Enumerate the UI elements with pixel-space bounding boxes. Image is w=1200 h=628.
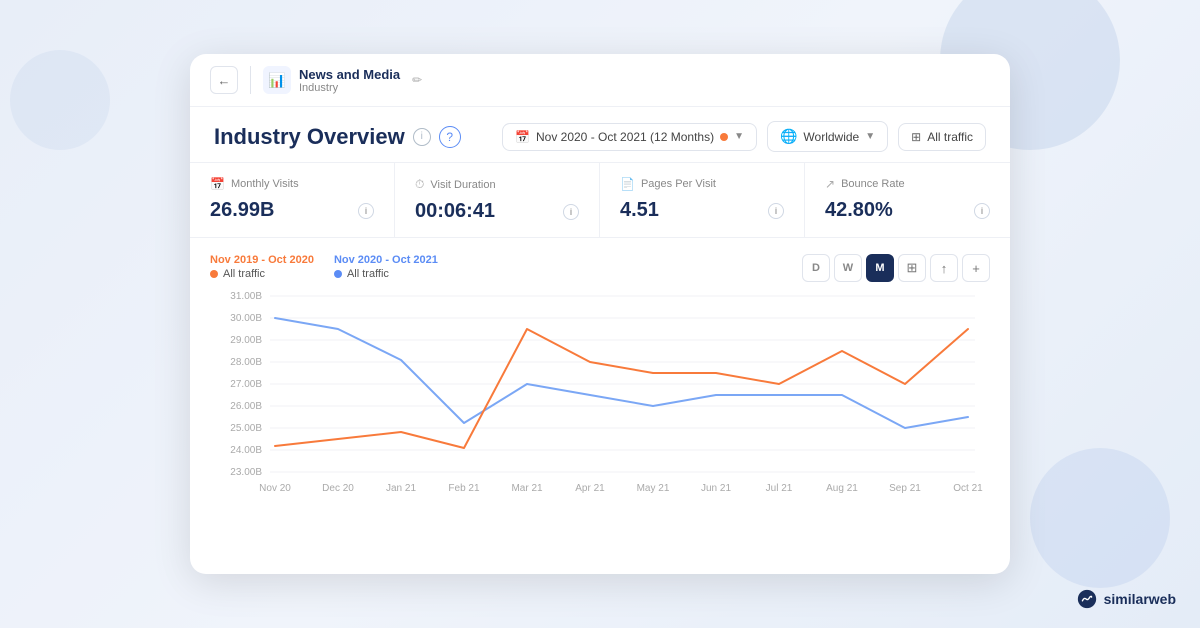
stat-visit-duration-label: ⏱ Visit Duration: [415, 177, 579, 192]
worldwide-chevron: ▼: [865, 131, 875, 142]
legend-dot-row-orange: All traffic: [210, 268, 314, 280]
chart-controls: D W M ⊞ ↑ +: [802, 254, 990, 282]
stat-visit-duration-value: 00:06:41 i: [415, 200, 579, 223]
legend-period-orange: Nov 2019 - Oct 2020: [210, 254, 314, 266]
legend-period-blue: Nov 2020 - Oct 2021: [334, 254, 438, 266]
svg-text:Jun 21: Jun 21: [701, 483, 731, 494]
back-icon: ←: [218, 73, 231, 88]
chart-ctrl-w[interactable]: W: [834, 254, 862, 282]
chart-ctrl-d[interactable]: D: [802, 254, 830, 282]
tab-subtitle: Industry: [299, 82, 400, 94]
svg-text:Feb 21: Feb 21: [448, 483, 480, 494]
svg-text:Sep 21: Sep 21: [889, 483, 921, 494]
title-info-icon[interactable]: i: [413, 128, 431, 146]
date-chevron: ▼: [734, 131, 744, 142]
svg-text:30.00B: 30.00B: [230, 313, 262, 324]
stats-row: 📅 Monthly Visits 26.99B i ⏱ Visit Durati…: [190, 163, 1010, 238]
legend-traffic-orange: All traffic: [223, 268, 265, 280]
similarweb-name: similarweb: [1104, 591, 1176, 607]
stat-monthly-info[interactable]: i: [358, 203, 374, 219]
stat-pages-per-visit: 📄 Pages Per Visit 4.51 i: [600, 163, 805, 237]
stat-monthly-visits: 📅 Monthly Visits 26.99B i: [190, 163, 395, 237]
page-title: Industry Overview: [214, 124, 405, 150]
traffic-label: All traffic: [927, 130, 973, 144]
stat-duration-info[interactable]: i: [563, 204, 579, 220]
stat-monthly-visits-value: 26.99B i: [210, 199, 374, 222]
edit-icon[interactable]: ✏: [412, 73, 422, 87]
chart-ctrl-m[interactable]: M: [866, 254, 894, 282]
traffic-icon: ⊞: [911, 130, 921, 144]
nav-divider: [250, 66, 251, 94]
title-question-icon[interactable]: ?: [439, 126, 461, 148]
tab-icon: 📊: [263, 66, 291, 94]
svg-text:31.00B: 31.00B: [230, 291, 262, 302]
legend-dot-row-blue: All traffic: [334, 268, 438, 280]
stat-monthly-visits-label: 📅 Monthly Visits: [210, 177, 374, 191]
svg-text:Mar 21: Mar 21: [511, 483, 543, 494]
svg-text:Dec 20: Dec 20: [322, 483, 354, 494]
svg-text:Nov 20: Nov 20: [259, 483, 291, 494]
svg-text:24.00B: 24.00B: [230, 445, 262, 456]
svg-text:Oct 21: Oct 21: [953, 483, 983, 494]
svg-text:Jul 21: Jul 21: [766, 483, 793, 494]
legend-dot-blue: [334, 270, 342, 278]
svg-text:29.00B: 29.00B: [230, 335, 262, 346]
chart-ctrl-export[interactable]: ↑: [930, 254, 958, 282]
svg-text:23.00B: 23.00B: [230, 467, 262, 478]
legend-traffic-blue: All traffic: [347, 268, 389, 280]
calendar-stat-icon: 📅: [210, 177, 225, 191]
date-range-label: Nov 2020 - Oct 2021 (12 Months): [536, 130, 714, 144]
header-row: Industry Overview i ? 📅 Nov 2020 - Oct 2…: [190, 107, 1010, 163]
stat-pages-value: 4.51 i: [620, 199, 784, 222]
stat-bounce-rate: ↗ Bounce Rate 42.80% i: [805, 163, 1010, 237]
legend-dot-orange: [210, 270, 218, 278]
similarweb-logo-icon: [1076, 588, 1098, 610]
chart-ctrl-excel[interactable]: ⊞: [898, 254, 926, 282]
svg-text:Jan 21: Jan 21: [386, 483, 416, 494]
stat-bounce-label: ↗ Bounce Rate: [825, 177, 990, 191]
chart-area: Nov 2019 - Oct 2020 All traffic Nov 2020…: [190, 238, 1010, 521]
legend-item-orange: Nov 2019 - Oct 2020 All traffic: [210, 254, 314, 280]
main-card: ← 📊 News and Media Industry ✏ Industry O…: [190, 54, 1010, 574]
stat-pages-info[interactable]: i: [768, 203, 784, 219]
stat-bounce-info[interactable]: i: [974, 203, 990, 219]
page-stat-icon: 📄: [620, 177, 635, 191]
traffic-selector[interactable]: ⊞ All traffic: [898, 123, 986, 151]
worldwide-label: Worldwide: [803, 130, 859, 144]
worldwide-selector[interactable]: 🌐 Worldwide ▼: [767, 121, 888, 152]
tab-text: News and Media Industry: [299, 67, 400, 94]
back-button[interactable]: ←: [210, 66, 238, 94]
chart-ctrl-add[interactable]: +: [962, 254, 990, 282]
stat-pages-label: 📄 Pages Per Visit: [620, 177, 784, 191]
svg-text:Apr 21: Apr 21: [575, 483, 605, 494]
date-range-selector[interactable]: 📅 Nov 2020 - Oct 2021 (12 Months) ▼: [502, 123, 757, 151]
header-controls: 📅 Nov 2020 - Oct 2021 (12 Months) ▼ 🌐 Wo…: [502, 121, 986, 152]
page-title-group: Industry Overview i ?: [214, 124, 461, 150]
svg-text:28.00B: 28.00B: [230, 357, 262, 368]
line-chart: 31.00B 30.00B 29.00B 28.00B 27.00B 26.00…: [210, 286, 990, 506]
svg-text:May 21: May 21: [637, 483, 670, 494]
chart-header: Nov 2019 - Oct 2020 All traffic Nov 2020…: [210, 254, 990, 282]
nav-bar: ← 📊 News and Media Industry ✏: [190, 54, 1010, 107]
tab-title: News and Media: [299, 67, 400, 82]
globe-icon: 🌐: [780, 128, 797, 145]
nav-tab[interactable]: 📊 News and Media Industry ✏: [263, 66, 422, 94]
stat-bounce-value: 42.80% i: [825, 199, 990, 222]
calendar-icon: 📅: [515, 130, 530, 144]
svg-text:Aug 21: Aug 21: [826, 483, 858, 494]
chart-legend: Nov 2019 - Oct 2020 All traffic Nov 2020…: [210, 254, 438, 280]
svg-text:27.00B: 27.00B: [230, 379, 262, 390]
svg-text:25.00B: 25.00B: [230, 423, 262, 434]
svg-text:26.00B: 26.00B: [230, 401, 262, 412]
chart-container: 31.00B 30.00B 29.00B 28.00B 27.00B 26.00…: [210, 286, 990, 511]
bounce-stat-icon: ↗: [825, 177, 835, 191]
stat-visit-duration: ⏱ Visit Duration 00:06:41 i: [395, 163, 600, 237]
date-dot: [720, 133, 728, 141]
clock-stat-icon: ⏱: [415, 177, 424, 192]
legend-item-blue: Nov 2020 - Oct 2021 All traffic: [334, 254, 438, 280]
similarweb-brand: similarweb: [1076, 588, 1176, 610]
